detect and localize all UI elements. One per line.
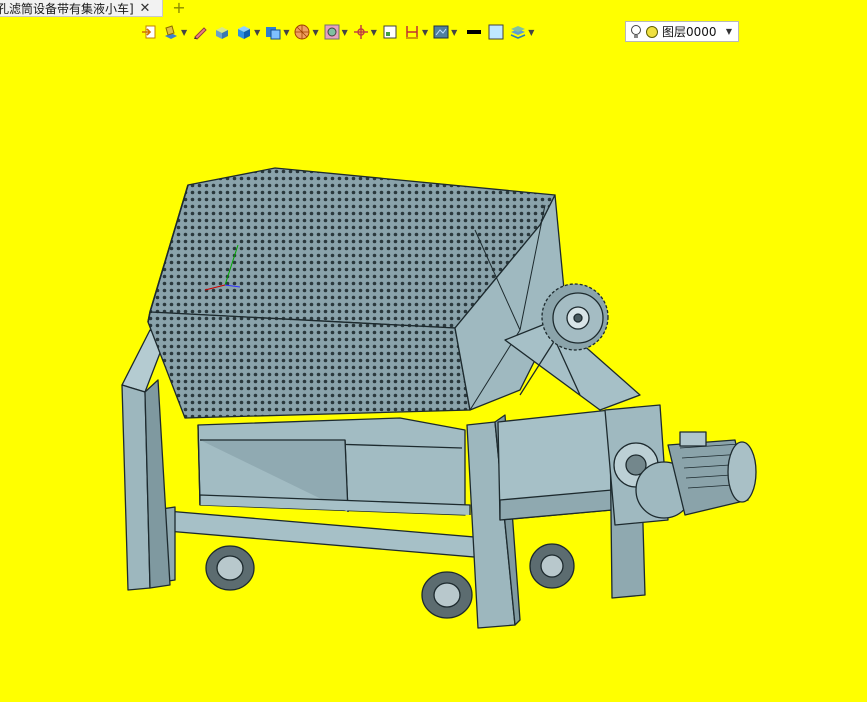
sketch-plane-button[interactable]: ▼: [162, 21, 187, 43]
machine-model: [121, 167, 757, 629]
point-snap-icon: [353, 25, 368, 39]
chevron-down-icon[interactable]: ▼: [726, 27, 732, 36]
sketch-plane-icon: [165, 25, 177, 39]
frame-icon: [383, 25, 397, 39]
shaded-view-button[interactable]: ▼: [264, 21, 289, 43]
solid-box-button[interactable]: [213, 21, 231, 43]
solid-box-icon: [216, 27, 229, 39]
dimension-icon: [405, 26, 418, 39]
frame-button[interactable]: [381, 21, 399, 43]
document-tab[interactable]: 孔滤筒设备带有集液小车] ✕: [0, 0, 163, 17]
section-view-icon: [294, 24, 310, 40]
layer-name: 图层0000: [662, 25, 717, 39]
model-viewport[interactable]: [0, 44, 867, 698]
wireframe-button[interactable]: ▼: [323, 21, 348, 43]
exit-sketch-icon: [142, 25, 156, 39]
point-snap-button[interactable]: ▼: [352, 21, 377, 43]
display-style-button[interactable]: ▼: [432, 21, 457, 43]
chevron-down-icon[interactable]: ▼: [451, 28, 457, 37]
pen-button[interactable]: [191, 21, 209, 43]
drive-sprocket: [541, 283, 609, 351]
fill-color-icon: [488, 24, 504, 40]
layer-dropdown[interactable]: 图层0000 ▼: [625, 21, 739, 42]
shaded-view-icon: [266, 27, 281, 40]
blue-cube-icon: [238, 26, 251, 39]
chevron-down-icon[interactable]: ▼: [342, 28, 348, 37]
chevron-down-icon[interactable]: ▼: [254, 28, 260, 37]
blue-cube-button[interactable]: ▼: [235, 21, 260, 43]
chevron-down-icon[interactable]: ▼: [181, 28, 187, 37]
wireframe-icon: [324, 24, 340, 40]
left-support-frame: [121, 329, 171, 591]
tab-title[interactable]: 孔滤筒设备带有集液小车]: [0, 0, 137, 17]
pen-icon: [194, 27, 207, 40]
dimension-button[interactable]: ▼: [403, 21, 428, 43]
chevron-down-icon[interactable]: ▼: [371, 28, 377, 37]
tab-bar: 孔滤筒设备带有集液小车] ✕ +: [0, 0, 867, 17]
exit-sketch-button[interactable]: [140, 21, 158, 43]
chevron-down-icon[interactable]: ▼: [312, 28, 318, 37]
section-view-button[interactable]: ▼: [293, 21, 319, 43]
status-dot-icon: [646, 25, 658, 38]
layer-stack-icon: [510, 26, 526, 39]
chevron-down-icon[interactable]: ▼: [283, 28, 289, 37]
fill-color-button[interactable]: [487, 21, 505, 43]
perforated-drum: [147, 167, 566, 419]
line-weight-icon: [467, 30, 482, 34]
close-icon[interactable]: ✕: [137, 1, 153, 16]
layer-stack-button[interactable]: ▼: [509, 21, 534, 43]
chevron-down-icon[interactable]: ▼: [422, 28, 428, 37]
line-weight-button[interactable]: [465, 21, 483, 43]
chevron-down-icon[interactable]: ▼: [528, 28, 534, 37]
lightbulb-icon: [631, 24, 641, 38]
display-style-icon: [433, 25, 449, 39]
new-tab-button[interactable]: +: [170, 0, 188, 17]
